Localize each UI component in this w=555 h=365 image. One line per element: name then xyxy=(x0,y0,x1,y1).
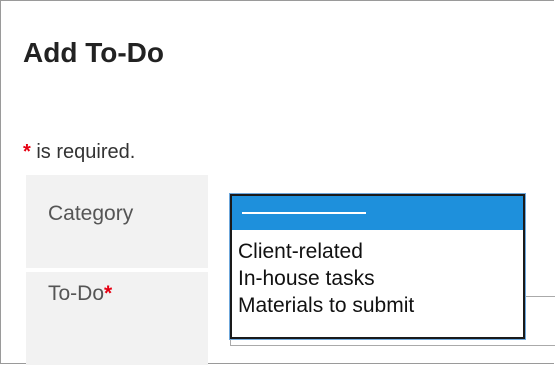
todo-label-cell: To-Do* xyxy=(26,272,208,365)
category-option-none[interactable]: ---------------- xyxy=(232,196,523,230)
todo-label-text: To-Do xyxy=(48,282,105,305)
required-note-text: is required. xyxy=(30,141,136,163)
todo-required-asterisk: * xyxy=(104,282,113,305)
category-label: Category xyxy=(48,202,134,225)
category-label-cell: Category xyxy=(26,175,208,268)
required-note: * is required. xyxy=(23,141,135,164)
todo-label: To-Do* xyxy=(48,282,112,306)
page-title: Add To-Do xyxy=(23,37,164,68)
category-option-in-house-tasks[interactable]: In-house tasks xyxy=(232,265,523,292)
category-dropdown-list[interactable]: ---------------- Client-related In-house… xyxy=(230,194,525,339)
category-option-materials-to-submit[interactable]: Materials to submit xyxy=(232,292,523,319)
add-todo-panel: Add To-Do * is required. Category To-Do*… xyxy=(0,0,555,365)
required-asterisk: * xyxy=(23,141,31,163)
category-option-client-related[interactable]: Client-related xyxy=(232,238,523,265)
placeholder-dash xyxy=(242,212,366,215)
